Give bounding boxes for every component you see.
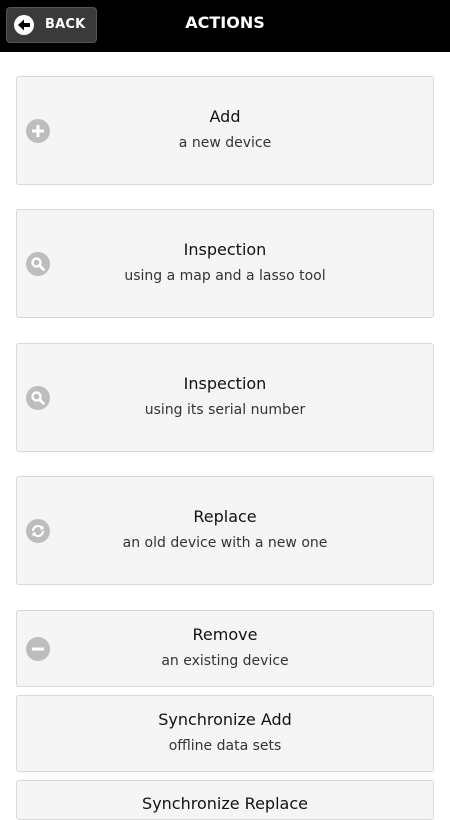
action-card-synchronize-replace[interactable]: Synchronize Replace (16, 780, 434, 820)
action-subtitle: a new device (178, 135, 272, 151)
action-subtitle: offline data sets (168, 738, 282, 754)
action-title: Add (209, 107, 241, 126)
page-title: ACTIONS (185, 13, 265, 32)
action-title: Inspection (183, 374, 267, 393)
action-title: Synchronize Replace (142, 794, 308, 813)
action-subtitle: using its serial number (144, 402, 306, 418)
action-title: Replace (193, 507, 257, 526)
action-subtitle: using a map and a lasso tool (124, 268, 326, 284)
action-card-inspection-serial[interactable]: Inspection using its serial number (16, 343, 434, 452)
action-card-add[interactable]: Add a new device (16, 76, 434, 185)
action-title: Inspection (183, 240, 267, 259)
action-title: Remove (192, 625, 258, 644)
action-subtitle: an old device with a new one (122, 535, 328, 551)
action-subtitle: an existing device (161, 653, 289, 669)
action-card-remove[interactable]: Remove an existing device (16, 610, 434, 687)
action-card-replace[interactable]: Replace an old device with a new one (16, 476, 434, 585)
actions-list: Add a new device Inspection using a map … (0, 52, 450, 820)
action-card-synchronize-add[interactable]: Synchronize Add offline data sets (16, 695, 434, 772)
action-card-inspection-map[interactable]: Inspection using a map and a lasso tool (16, 209, 434, 318)
action-title: Synchronize Add (158, 710, 292, 729)
top-bar: BACK ACTIONS (0, 0, 450, 52)
